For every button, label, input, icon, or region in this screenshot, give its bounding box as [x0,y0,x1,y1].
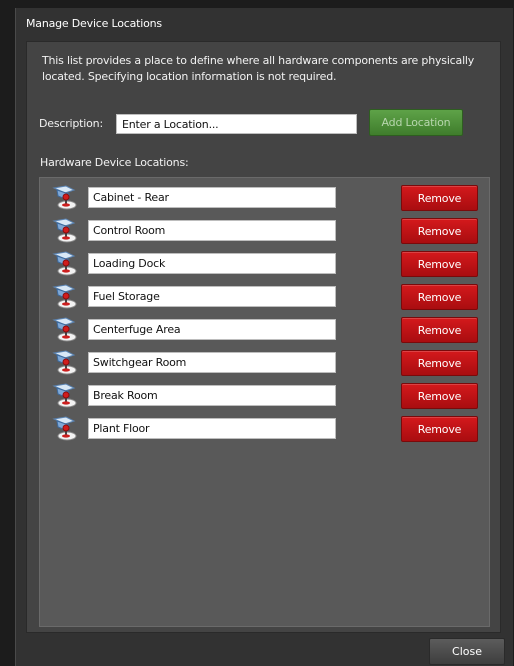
location-row: Remove [40,250,489,278]
location-row: Remove [40,283,489,311]
remove-location-button[interactable]: Remove [401,251,478,277]
location-pin-icon [52,185,77,210]
location-row: Remove [40,316,489,344]
location-pin-icon [52,416,77,441]
remove-location-button[interactable]: Remove [401,416,478,442]
remove-location-button[interactable]: Remove [401,284,478,310]
location-pin-icon [52,383,77,408]
remove-location-button[interactable]: Remove [401,185,478,211]
location-name-input[interactable] [88,286,336,307]
location-row: Remove [40,217,489,245]
remove-location-button[interactable]: Remove [401,383,478,409]
description-label: Description: [39,117,103,130]
location-description-input[interactable] [116,114,357,134]
location-name-input[interactable] [88,319,336,340]
location-name-input[interactable] [88,385,336,406]
dialog-description: This list provides a place to define whe… [42,54,475,83]
hardware-locations-label: Hardware Device Locations: [40,156,189,169]
close-button[interactable]: Close [429,638,505,665]
location-name-input[interactable] [88,187,336,208]
remove-location-button[interactable]: Remove [401,317,478,343]
location-name-input[interactable] [88,352,336,373]
location-pin-icon [52,218,77,243]
location-name-input[interactable] [88,418,336,439]
remove-location-button[interactable]: Remove [401,350,478,376]
location-pin-icon [52,317,77,342]
remove-location-button[interactable]: Remove [401,218,478,244]
location-row: Remove [40,415,489,443]
add-location-button[interactable]: Add Location [369,109,463,136]
location-name-input[interactable] [88,220,336,241]
manage-locations-dialog: Manage Device Locations This list provid… [15,8,513,666]
dialog-title: Manage Device Locations [26,17,162,30]
location-row: Remove [40,382,489,410]
location-pin-icon [52,350,77,375]
location-row: Remove [40,184,489,212]
locations-list: Remove Remove [39,177,490,627]
location-pin-icon [52,284,77,309]
location-row: Remove [40,349,489,377]
location-pin-icon [52,251,77,276]
content-panel: This list provides a place to define whe… [26,41,501,633]
location-name-input[interactable] [88,253,336,274]
